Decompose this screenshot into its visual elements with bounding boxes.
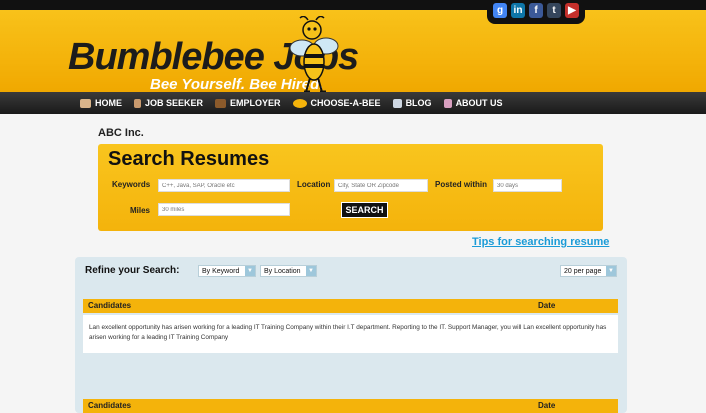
google-icon[interactable]: g — [493, 3, 507, 18]
nav-blog-label: BLOG — [405, 98, 432, 108]
by-keyword-label: By Keyword — [202, 267, 240, 275]
posted-within-label: Posted within — [435, 180, 487, 189]
social-links: g in f t ▶ — [487, 0, 585, 24]
tips-link[interactable]: Tips for searching resume — [472, 236, 609, 248]
nav-job-seeker[interactable]: JOB SEEKER — [134, 98, 203, 108]
miles-input[interactable] — [158, 203, 290, 216]
per-page-label: 20 per page — [564, 267, 602, 275]
youtube-icon[interactable]: ▶ — [565, 3, 579, 18]
main-nav: HOME JOB SEEKER EMPLOYER CHOOSE-A-BEE BL… — [0, 92, 706, 114]
bee-mascot-icon — [289, 16, 339, 94]
search-resumes-form: Search Resumes Keywords Location Posted … — [98, 144, 603, 231]
table-header: Candidates Date — [83, 399, 618, 413]
home-icon — [80, 98, 91, 108]
site-header: Bumblebee Jobs Bee Yourself. Bee Hired. — [0, 10, 706, 94]
person-icon — [134, 98, 141, 108]
location-input[interactable] — [334, 179, 428, 192]
bee-icon — [292, 98, 307, 108]
per-page-select[interactable]: 20 per page ▼ — [560, 265, 617, 277]
col-date: Date — [538, 301, 556, 310]
nav-home[interactable]: HOME — [80, 98, 122, 108]
col-candidates: Candidates — [88, 301, 132, 310]
by-location-label: By Location — [264, 267, 301, 275]
nav-job-seeker-label: JOB SEEKER — [145, 98, 204, 108]
posted-within-input[interactable] — [493, 179, 562, 192]
company-name: ABC Inc. — [98, 127, 144, 139]
linkedin-icon[interactable]: in — [511, 3, 525, 18]
nav-about-us[interactable]: ABOUT US — [443, 98, 503, 108]
chevron-down-icon: ▼ — [245, 266, 255, 276]
results-panel: Refine your Search: By Keyword ▼ By Loca… — [75, 257, 627, 413]
by-keyword-select[interactable]: By Keyword ▼ — [198, 265, 256, 277]
keywords-input[interactable] — [158, 179, 290, 192]
search-button[interactable]: SEARCH — [341, 202, 388, 218]
nav-employer-label: EMPLOYER — [230, 98, 281, 108]
nav-about-us-label: ABOUT US — [455, 98, 503, 108]
refine-label: Refine your Search: — [85, 265, 180, 276]
blog-icon — [392, 98, 402, 108]
nav-choose-a-bee-label: CHOOSE-A-BEE — [310, 98, 381, 108]
miles-label: Miles — [130, 206, 151, 215]
by-location-select[interactable]: By Location ▼ — [260, 265, 317, 277]
keywords-label: Keywords — [112, 180, 151, 189]
location-label: Location — [297, 180, 331, 189]
table-header: Candidates Date — [83, 299, 618, 313]
table-row[interactable]: Lan excellent opportunity has arisen wor… — [83, 315, 618, 353]
chevron-down-icon: ▼ — [306, 266, 316, 276]
col-candidates: Candidates — [88, 401, 132, 410]
nav-home-label: HOME — [95, 98, 122, 108]
nav-blog[interactable]: BLOG — [392, 98, 432, 108]
top-strip — [0, 0, 706, 10]
facebook-icon[interactable]: f — [529, 3, 543, 18]
nav-employer[interactable]: EMPLOYER — [215, 98, 281, 108]
tumblr-icon[interactable]: t — [547, 3, 561, 18]
nav-choose-a-bee[interactable]: CHOOSE-A-BEE — [292, 98, 381, 108]
briefcase-icon — [215, 98, 227, 108]
people-icon — [443, 98, 452, 108]
search-title: Search Resumes — [108, 148, 270, 170]
chevron-down-icon: ▼ — [606, 266, 616, 276]
col-date: Date — [538, 401, 556, 410]
